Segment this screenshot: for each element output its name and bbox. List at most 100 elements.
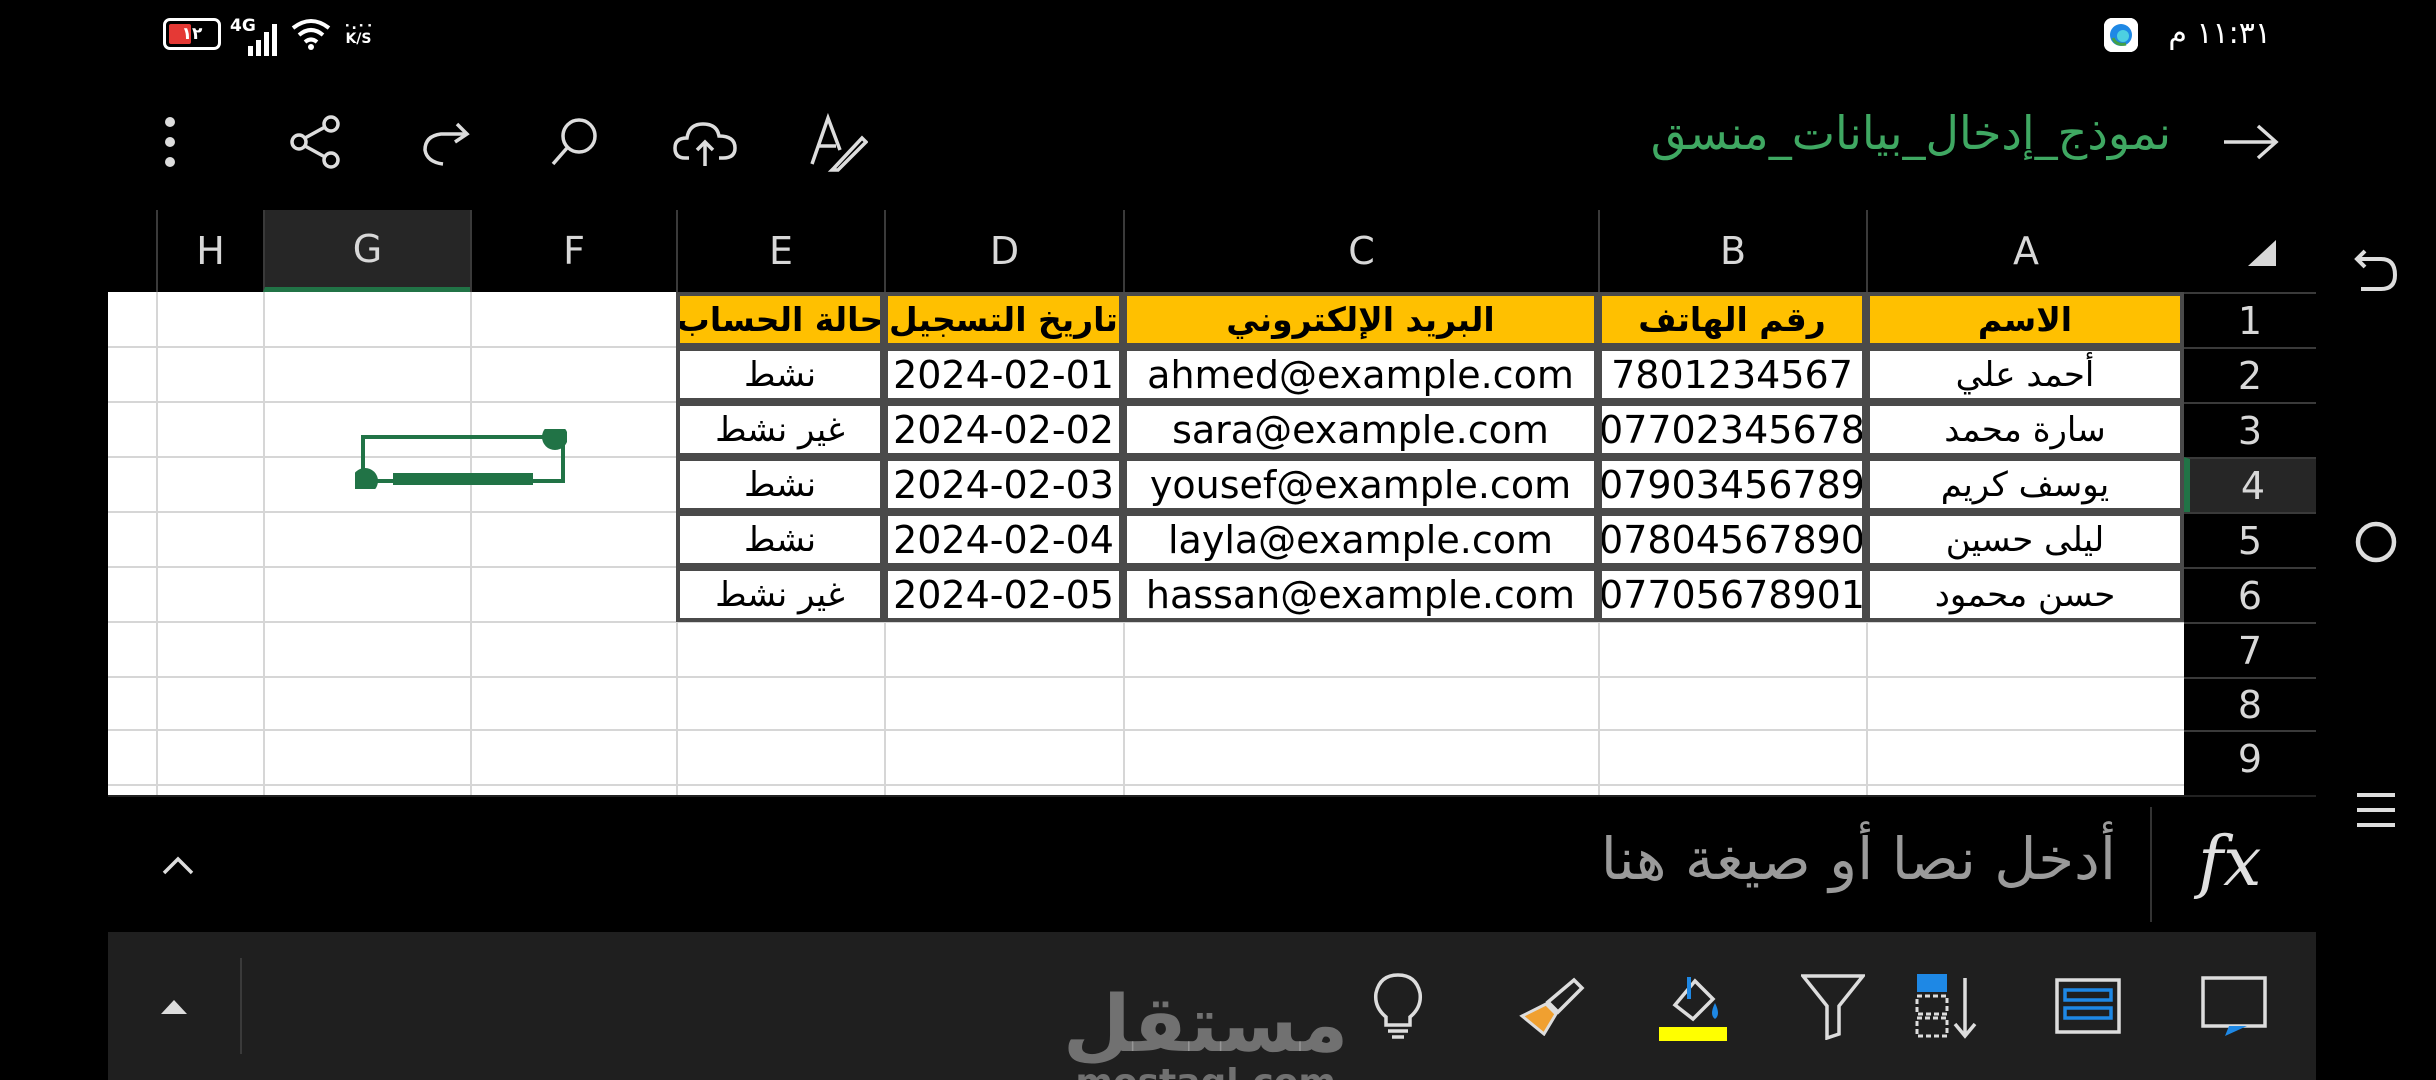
fx-label[interactable]: fx bbox=[2198, 823, 2262, 902]
grid-line bbox=[263, 292, 265, 795]
expand-up-icon[interactable] bbox=[134, 966, 214, 1046]
column-header-a[interactable]: A bbox=[1866, 210, 2184, 292]
fill-color-icon[interactable] bbox=[1653, 966, 1733, 1046]
header-cell-a[interactable]: الاسم bbox=[1866, 292, 2184, 347]
formula-divider bbox=[2150, 807, 2152, 922]
grid-line bbox=[108, 676, 2184, 678]
row-header-9[interactable]: 9 bbox=[2184, 730, 2316, 785]
network-speed: ٠.٠٠ K/S bbox=[343, 17, 374, 47]
column-header-b[interactable]: B bbox=[1598, 210, 1866, 292]
row-header-8[interactable]: 8 bbox=[2184, 677, 2316, 730]
row-header-2[interactable]: 2 bbox=[2184, 347, 2316, 402]
grid-line bbox=[470, 292, 472, 795]
back-arrow-icon[interactable] bbox=[2218, 110, 2282, 174]
table-icon[interactable] bbox=[2048, 966, 2128, 1046]
text-format-icon[interactable] bbox=[806, 110, 870, 174]
cell-d5[interactable]: 2024-02-04 bbox=[884, 512, 1123, 567]
more-icon[interactable] bbox=[138, 110, 202, 174]
wifi-icon bbox=[291, 18, 331, 50]
select-all-icon bbox=[2248, 240, 2276, 266]
cell-selection[interactable] bbox=[352, 424, 568, 494]
cell-d6[interactable]: 2024-02-05 bbox=[884, 567, 1123, 622]
row-header-5[interactable]: 5 bbox=[2184, 512, 2316, 567]
chevron-up-icon[interactable] bbox=[158, 845, 198, 885]
filter-icon[interactable] bbox=[1793, 966, 1873, 1046]
watermark-arabic: مستقل bbox=[1063, 980, 1349, 1070]
cell-c5[interactable]: layla@example.com bbox=[1123, 512, 1598, 567]
comment-icon[interactable] bbox=[2194, 966, 2274, 1046]
network-type: 4G bbox=[230, 16, 256, 36]
cell-d4[interactable]: 2024-02-03 bbox=[884, 457, 1123, 512]
cell-b2[interactable]: 7801234567 bbox=[1598, 347, 1866, 402]
header-cell-b[interactable]: رقم الهاتف bbox=[1598, 292, 1866, 347]
cell-c6[interactable]: hassan@example.com bbox=[1123, 567, 1598, 622]
grid-line bbox=[108, 729, 2184, 731]
edge-browser-icon bbox=[2104, 18, 2138, 52]
spreadsheet-grid[interactable]: HGFEDCBA 123456789 حالة الحساب تاريخ التس… bbox=[108, 210, 2316, 795]
column-header-h[interactable]: H bbox=[156, 210, 263, 292]
column-headers: HGFEDCBA bbox=[108, 210, 2316, 292]
header-cell-e[interactable]: حالة الحساب bbox=[676, 292, 884, 347]
cell-e5[interactable]: نشط bbox=[676, 512, 884, 567]
row-header-6[interactable]: 6 bbox=[2184, 567, 2316, 622]
cell-a4[interactable]: يوسف كريم bbox=[1866, 457, 2184, 512]
row-header-1[interactable]: 1 bbox=[2184, 292, 2316, 347]
column-header-g[interactable]: G bbox=[263, 210, 470, 292]
row-header-3[interactable]: 3 bbox=[2184, 402, 2316, 457]
row-header-7[interactable]: 7 bbox=[2184, 622, 2316, 677]
cell-a5[interactable]: ليلى حسين bbox=[1866, 512, 2184, 567]
header-cell-d[interactable]: تاريخ التسجيل bbox=[884, 292, 1123, 347]
cell-e6[interactable]: غير نشط bbox=[676, 567, 884, 622]
formula-input[interactable]: أدخل نصا أو صيغة هنا bbox=[1601, 825, 2116, 893]
battery-icon: ١٢ bbox=[163, 18, 221, 50]
battery-level: ١٢ bbox=[181, 24, 203, 44]
cloud-upload-icon[interactable] bbox=[673, 110, 737, 174]
cell-d3[interactable]: 2024-02-02 bbox=[884, 402, 1123, 457]
row-headers: 123456789 bbox=[2184, 292, 2316, 795]
cell-d2[interactable]: 2024-02-01 bbox=[884, 347, 1123, 402]
cell-c2[interactable]: ahmed@example.com bbox=[1123, 347, 1598, 402]
redo-icon[interactable] bbox=[413, 110, 477, 174]
document-title[interactable]: نموذج_إدخال_بيانات_منسق bbox=[1651, 106, 2171, 160]
share-icon[interactable] bbox=[283, 110, 347, 174]
column-header-gutter bbox=[108, 210, 156, 292]
cell-b3[interactable]: 07702345678 bbox=[1598, 402, 1866, 457]
clock: ١١:٣١ م bbox=[2168, 16, 2271, 51]
formula-bar: أدخل نصا أو صيغة هنا fx bbox=[108, 795, 2316, 930]
header-cell-c[interactable]: البريد الإلكتروني bbox=[1123, 292, 1598, 347]
cell-e3[interactable]: غير نشط bbox=[676, 402, 884, 457]
cell-a3[interactable]: سارة محمد bbox=[1866, 402, 2184, 457]
cell-e2[interactable]: نشط bbox=[676, 347, 884, 402]
status-bar: ١٢ 4G ٠.٠٠ K/S ١١:٣١ م bbox=[108, 0, 2316, 70]
column-header-d[interactable]: D bbox=[884, 210, 1123, 292]
toolbar: نموذج_إدخال_بيانات_منسق bbox=[108, 70, 2316, 210]
signal-icon: 4G bbox=[230, 16, 278, 58]
cell-c3[interactable]: sara@example.com bbox=[1123, 402, 1598, 457]
cell-b4[interactable]: 07903456789 bbox=[1598, 457, 1866, 512]
cell-b6[interactable]: 07705678901 bbox=[1598, 567, 1866, 622]
row-header-4[interactable]: 4 bbox=[2184, 457, 2316, 512]
column-header-f[interactable]: F bbox=[470, 210, 676, 292]
cell-e4[interactable]: نشط bbox=[676, 457, 884, 512]
excel-app: ١٢ 4G ٠.٠٠ K/S ١١:٣١ م نموذج_إدخال_بيانا… bbox=[108, 0, 2316, 1080]
cell-a6[interactable]: حسن محمود bbox=[1866, 567, 2184, 622]
ribbon-divider bbox=[240, 958, 242, 1054]
screen: ١٢ 4G ٠.٠٠ K/S ١١:٣١ م نموذج_إدخال_بيانا… bbox=[0, 0, 2436, 1080]
lightbulb-icon[interactable] bbox=[1358, 966, 1438, 1046]
grid-line bbox=[108, 784, 2184, 786]
format-painter-icon[interactable] bbox=[1513, 966, 1593, 1046]
column-header-c[interactable]: C bbox=[1123, 210, 1598, 292]
cell-a2[interactable]: أحمد علي bbox=[1866, 347, 2184, 402]
home-icon[interactable] bbox=[2346, 512, 2406, 572]
select-all-corner[interactable] bbox=[2184, 210, 2316, 292]
search-icon[interactable] bbox=[543, 110, 607, 174]
menu-icon[interactable] bbox=[2346, 780, 2406, 840]
navigation-bar bbox=[2316, 0, 2436, 1080]
back-icon[interactable] bbox=[2346, 240, 2406, 300]
watermark-latin: mostaql.com bbox=[1063, 1065, 1348, 1080]
column-header-e[interactable]: E bbox=[676, 210, 884, 292]
cell-b5[interactable]: 07804567890 bbox=[1598, 512, 1866, 567]
grid-line bbox=[156, 292, 158, 795]
sort-icon[interactable] bbox=[1908, 966, 1988, 1046]
cell-c4[interactable]: yousef@example.com bbox=[1123, 457, 1598, 512]
